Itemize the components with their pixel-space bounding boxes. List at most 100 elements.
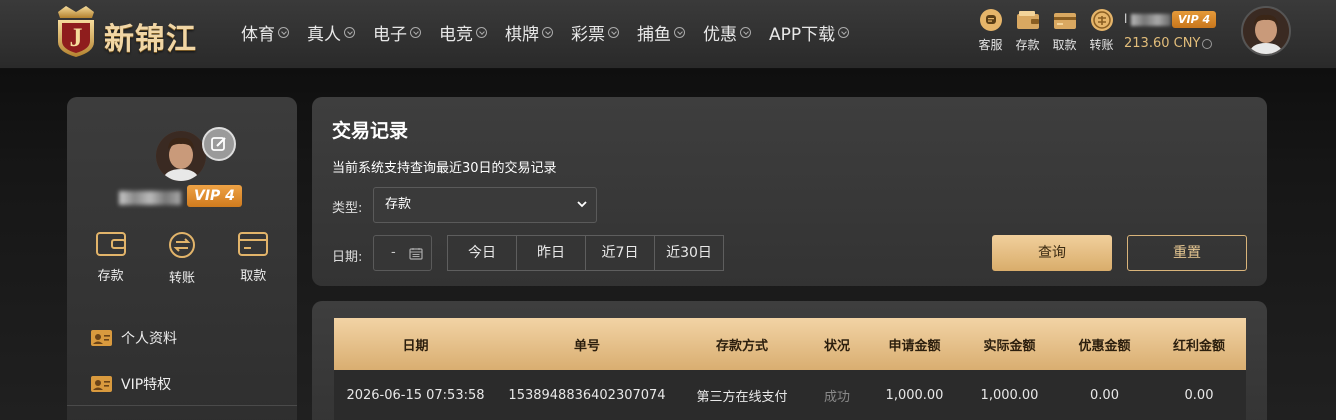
date-label: 日期: — [332, 250, 363, 265]
cell-actual: 1,000.00 — [980, 387, 1039, 403]
avatar[interactable] — [1241, 6, 1291, 56]
column-header-date: 日期 — [402, 338, 429, 354]
balance-display[interactable]: 213.60 CNY — [1124, 36, 1213, 51]
calendar-icon — [409, 248, 423, 260]
username-masked — [119, 191, 181, 205]
logo-letter: J — [70, 23, 83, 52]
transaction-table: 日期 单号 存款方式 状况 申请金额 实际金额 优惠金额 红利金额 2026-0… — [334, 318, 1246, 420]
deposit-button[interactable]: 存款 — [81, 231, 141, 286]
edit-icon — [211, 137, 226, 151]
page-title: 交易记录 — [332, 120, 409, 142]
username-visible: l — [1124, 12, 1128, 26]
nav-promotions[interactable]: 优惠 — [703, 20, 751, 45]
nav-lottery[interactable]: 彩票 — [571, 20, 619, 45]
username-masked — [1131, 14, 1171, 26]
nav-sports[interactable]: 体育 — [241, 20, 289, 45]
nav-cards[interactable]: 棋牌 — [505, 20, 553, 45]
action-label: 取款 — [240, 269, 267, 284]
nav-app-download[interactable]: APP下载 — [769, 20, 850, 45]
reset-button[interactable]: 重置 — [1127, 235, 1247, 271]
column-header-requested: 申请金额 — [888, 338, 941, 354]
date-range-picker[interactable]: - — [373, 235, 432, 271]
sidebar-menu: 个人资料 VIP特权 — [91, 315, 177, 407]
nav-label: 电竞 — [439, 24, 473, 45]
withdraw-button[interactable]: 取款 — [223, 231, 283, 286]
last-30-days-button[interactable]: 近30日 — [654, 235, 724, 271]
chevron-down-icon — [577, 201, 587, 208]
brand-logo[interactable]: J 新锦江 — [52, 4, 212, 58]
sidebar-item-label: 个人资料 — [121, 331, 177, 347]
chevron-down-icon — [542, 26, 553, 38]
chevron-down-icon — [608, 26, 619, 38]
column-header-method: 存款方式 — [715, 338, 768, 354]
sidebar-item-profile[interactable]: 个人资料 — [91, 315, 177, 361]
chevron-down-icon — [674, 26, 685, 38]
nav-esports[interactable]: 电竞 — [439, 20, 487, 45]
column-header-order-no: 单号 — [573, 338, 600, 354]
quick-deposit[interactable]: 存款 — [1009, 8, 1046, 53]
action-label: 转账 — [168, 271, 195, 286]
vip-badge: VIP 4 — [187, 185, 242, 207]
quick-transfer[interactable]: 转账 — [1083, 8, 1120, 53]
edit-profile-button[interactable] — [202, 127, 236, 161]
chevron-down-icon — [740, 26, 751, 38]
today-button[interactable]: 今日 — [447, 235, 517, 271]
nav-label: 真人 — [307, 24, 341, 45]
avatar — [156, 131, 206, 181]
cell-order-no: 1538948836402307074 — [508, 387, 666, 403]
cell-discount: 0.00 — [1090, 387, 1119, 403]
sidebar-item-vip[interactable]: VIP特权 — [91, 361, 177, 407]
withdraw-icon — [1053, 13, 1076, 29]
column-header-status: 状况 — [823, 338, 850, 354]
divider — [67, 405, 297, 406]
query-button[interactable]: 查询 — [992, 235, 1112, 271]
quick-label: 客服 — [978, 38, 1003, 52]
transaction-table-panel: 日期 单号 存款方式 状况 申请金额 实际金额 优惠金额 红利金额 2026-0… — [312, 301, 1267, 420]
yesterday-button[interactable]: 昨日 — [516, 235, 586, 271]
wallet-icon — [95, 232, 126, 256]
cell-requested: 1,000.00 — [885, 387, 944, 403]
nav-label: 优惠 — [703, 24, 737, 45]
cell-status: 成功 — [823, 389, 850, 405]
column-header-actual: 实际金额 — [983, 338, 1036, 354]
nav-live-casino[interactable]: 真人 — [307, 20, 355, 45]
user-avatar-icon — [156, 131, 206, 181]
nav-fishing[interactable]: 捕鱼 — [637, 20, 685, 45]
table-row[interactable]: 2026-06-15 07:53:58 1538948836402307074 … — [334, 370, 1246, 420]
nav-label: APP下载 — [769, 24, 836, 45]
column-header-discount: 优惠金额 — [1078, 338, 1131, 354]
transfer-button[interactable]: 转账 — [152, 231, 212, 286]
transaction-filter-panel: 交易记录 当前系统支持查询最近30日的交易记录 类型: 存款 日期: - 今日 … — [312, 97, 1267, 286]
quick-label: 转账 — [1089, 38, 1114, 52]
chevron-down-icon — [1202, 38, 1213, 49]
nav-label: 棋牌 — [505, 24, 539, 45]
transfer-icon — [1090, 9, 1113, 31]
chevron-down-icon — [344, 26, 355, 38]
user-avatar-icon — [1243, 8, 1289, 54]
balance-value: 213.60 CNY — [1124, 36, 1201, 51]
quick-label: 存款 — [1015, 38, 1040, 52]
transaction-type-select[interactable]: 存款 — [373, 187, 597, 223]
card-icon — [238, 232, 269, 256]
customer-service-icon — [979, 9, 1002, 31]
chevron-down-icon — [838, 26, 850, 38]
profile-card-icon — [91, 330, 112, 346]
wallet-icon — [1016, 11, 1039, 29]
vip-badge: VIP 4 — [1172, 11, 1217, 28]
query-range-note: 当前系统支持查询最近30日的交易记录 — [332, 161, 557, 176]
nav-label: 彩票 — [571, 24, 605, 45]
cell-method: 第三方在线支付 — [696, 389, 788, 405]
table-header: 日期 单号 存款方式 状况 申请金额 实际金额 优惠金额 红利金额 — [334, 318, 1246, 370]
quick-label: 取款 — [1052, 38, 1077, 52]
quick-customer-service[interactable]: 客服 — [972, 8, 1009, 53]
quick-withdraw[interactable]: 取款 — [1046, 8, 1083, 53]
last-7-days-button[interactable]: 近7日 — [585, 235, 655, 271]
cell-date: 2026-06-15 07:53:58 — [346, 387, 485, 403]
nav-slots[interactable]: 电子 — [373, 20, 421, 45]
date-range-value: - — [391, 245, 396, 260]
cell-bonus: 0.00 — [1184, 387, 1214, 403]
nav-label: 体育 — [241, 24, 275, 45]
brand-name: 新锦江 — [104, 22, 197, 57]
logo-badge-icon: J — [58, 6, 94, 57]
nav-label: 电子 — [373, 24, 407, 45]
